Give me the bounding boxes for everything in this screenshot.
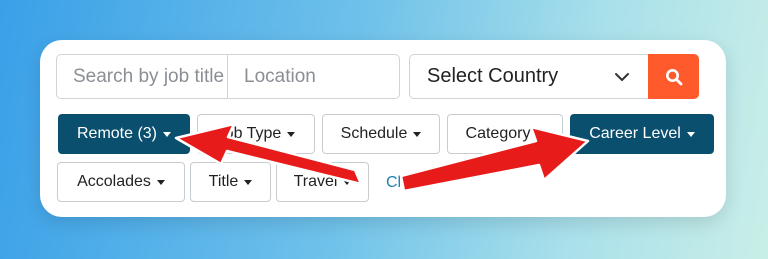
schedule-filter-label: Schedule — [340, 125, 408, 142]
remote-filter-button[interactable]: Remote (3) — [58, 114, 190, 154]
caret-down-icon — [163, 131, 172, 137]
caret-down-icon — [413, 131, 422, 137]
search-button[interactable] — [648, 54, 699, 99]
caret-down-icon — [156, 179, 165, 185]
caret-down-icon — [686, 131, 695, 137]
country-select[interactable]: Select Country — [409, 54, 649, 99]
caret-down-icon — [287, 131, 296, 137]
job-search-panel: Search by job title Location Select Coun… — [40, 40, 726, 217]
country-select-value: Select Country — [427, 65, 559, 87]
title-filter-label: Title — [208, 173, 239, 190]
category-filter-button[interactable]: Category — [447, 114, 563, 154]
accolades-filter-button[interactable]: Accolades — [57, 162, 185, 202]
career-level-filter-label: Career Level — [589, 125, 681, 142]
caret-down-icon — [536, 131, 545, 137]
remote-filter-label: Remote (3) — [76, 125, 158, 142]
job-title-placeholder: Search by job title — [73, 65, 225, 87]
category-filter-label: Category — [465, 125, 531, 142]
job-type-filter-label: Job Type — [216, 125, 282, 142]
search-icon — [665, 68, 682, 85]
travel-filter-label: Travel — [293, 173, 338, 190]
location-input[interactable]: Location — [227, 54, 400, 99]
travel-filter-button[interactable]: Travel — [276, 162, 369, 202]
job-type-filter-button[interactable]: Job Type — [197, 114, 315, 154]
caret-down-icon — [343, 179, 352, 185]
caret-down-icon — [244, 179, 253, 185]
job-title-search-input[interactable]: Search by job title — [56, 54, 228, 99]
title-filter-button[interactable]: Title — [190, 162, 271, 202]
location-placeholder: Location — [244, 65, 316, 87]
clear-filters-link[interactable]: Cl — [386, 174, 401, 192]
career-level-filter-button[interactable]: Career Level — [570, 114, 714, 154]
chevron-down-icon — [615, 73, 629, 81]
accolades-filter-label: Accolades — [77, 173, 151, 190]
schedule-filter-button[interactable]: Schedule — [322, 114, 440, 154]
